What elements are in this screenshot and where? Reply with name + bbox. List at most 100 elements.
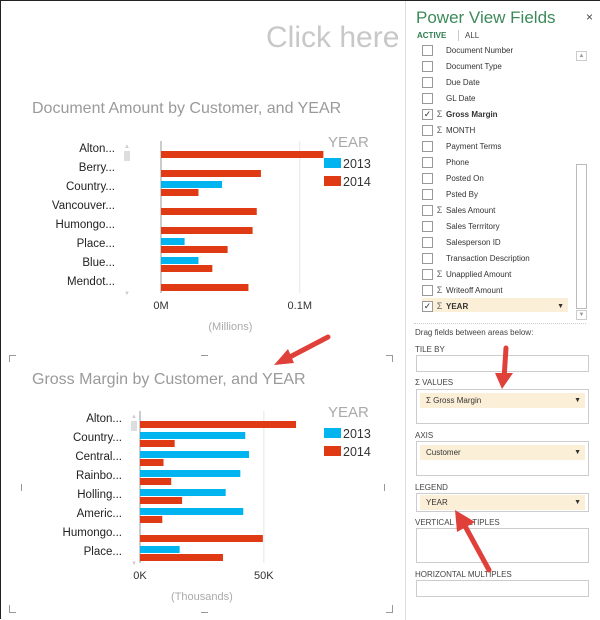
close-icon[interactable]: × bbox=[586, 10, 593, 24]
checkbox[interactable] bbox=[422, 172, 433, 184]
checkbox[interactable] bbox=[422, 76, 433, 88]
checkbox[interactable] bbox=[422, 204, 433, 216]
field-name: Document Number bbox=[446, 45, 514, 55]
checkbox[interactable]: ✓ bbox=[422, 300, 433, 312]
scroll-up-icon: ▲ bbox=[131, 414, 137, 420]
field-list-scrollbar-thumb[interactable] bbox=[576, 164, 587, 309]
scroll-down-button[interactable]: ▼ bbox=[576, 310, 587, 320]
checkbox[interactable]: ✓ bbox=[422, 108, 433, 120]
resize-handle[interactable] bbox=[392, 605, 393, 613]
field-item[interactable]: Salesperson ID bbox=[422, 234, 582, 250]
tile-by-well[interactable] bbox=[416, 355, 589, 372]
tab-divider bbox=[458, 30, 459, 41]
field-item[interactable]: Document Number bbox=[422, 42, 582, 58]
checkbox[interactable] bbox=[422, 188, 433, 200]
field-item[interactable]: Due Date bbox=[422, 74, 582, 90]
checkbox[interactable] bbox=[422, 156, 433, 168]
field-label: Customer bbox=[426, 448, 461, 457]
field-label: Σ Gross Margin bbox=[426, 396, 482, 405]
field-name: Document Type bbox=[446, 61, 502, 71]
values-well[interactable]: Σ Gross Margin ▼ bbox=[416, 389, 589, 424]
horizontal-multiples-well[interactable] bbox=[416, 580, 589, 597]
axis-well[interactable]: Customer ▼ bbox=[416, 441, 589, 476]
field-item[interactable]: Payment Terms bbox=[422, 138, 582, 154]
resize-handle[interactable] bbox=[201, 355, 208, 356]
legend-title: YEAR bbox=[328, 404, 369, 421]
bar-2014-4 bbox=[140, 497, 183, 504]
checkbox[interactable] bbox=[422, 140, 433, 152]
checkbox[interactable] bbox=[422, 92, 433, 104]
category-label: Central... bbox=[75, 451, 122, 463]
field-item[interactable]: Σ Writeoff Amount bbox=[422, 282, 582, 298]
values-field-gross-margin[interactable]: Σ Gross Margin ▼ bbox=[420, 393, 585, 408]
field-name: YEAR bbox=[446, 301, 469, 311]
field-item[interactable]: Σ Unapplied Amount bbox=[422, 266, 582, 282]
field-name: Payment Terms bbox=[446, 141, 502, 151]
field-item[interactable]: Σ Sales Amount bbox=[422, 202, 582, 218]
bar-2013-7 bbox=[140, 546, 180, 553]
checkbox[interactable] bbox=[422, 236, 433, 248]
vertical-multiples-well[interactable] bbox=[416, 528, 589, 563]
tile-by-label: TILE BY bbox=[415, 345, 445, 354]
legend-swatch-2014 bbox=[324, 446, 341, 456]
field-name: Transaction Description bbox=[446, 253, 530, 263]
bar-2013-3 bbox=[140, 470, 241, 477]
field-name: Posted On bbox=[446, 173, 484, 183]
scroll-down-icon: ▼ bbox=[131, 561, 137, 567]
field-item[interactable]: Phone bbox=[422, 154, 582, 170]
tab-active[interactable]: ACTIVE bbox=[417, 31, 446, 40]
field-name: Writeoff Amount bbox=[446, 285, 503, 295]
checkbox[interactable] bbox=[422, 124, 433, 136]
bar-2014-3 bbox=[140, 478, 172, 485]
resize-handle[interactable] bbox=[21, 484, 22, 491]
x-axis-unit-label: (Thousands) bbox=[171, 591, 233, 603]
resize-handle[interactable] bbox=[9, 355, 16, 356]
checkbox[interactable] bbox=[422, 284, 433, 296]
report-canvas: Click here Document Amount by Customer, … bbox=[1, 1, 405, 620]
field-name: Sales Terrritory bbox=[446, 221, 500, 231]
field-list: Document Number Document Type Due Date GL D… bbox=[422, 42, 582, 312]
dropdown-arrow-icon[interactable]: ▼ bbox=[557, 303, 564, 310]
tab-all[interactable]: ALL bbox=[465, 31, 479, 40]
field-item[interactable]: Σ MONTH bbox=[422, 122, 582, 138]
field-item[interactable]: GL Date bbox=[422, 90, 582, 106]
checkbox[interactable] bbox=[422, 220, 433, 232]
checkbox[interactable] bbox=[422, 60, 433, 72]
resize-handle[interactable] bbox=[9, 612, 16, 613]
category-label: Americ... bbox=[77, 508, 122, 520]
scroll-up-button[interactable]: ▲ bbox=[576, 51, 587, 61]
field-label: YEAR bbox=[426, 498, 448, 507]
drag-hint: Drag fields between areas below: bbox=[415, 328, 534, 337]
axis-field-customer[interactable]: Customer ▼ bbox=[420, 445, 585, 460]
divider bbox=[414, 323, 586, 324]
legend-field-year[interactable]: YEAR ▼ bbox=[420, 495, 585, 510]
field-name: Psted By bbox=[446, 189, 479, 199]
dropdown-arrow-icon[interactable]: ▼ bbox=[574, 445, 581, 460]
resize-handle[interactable] bbox=[201, 612, 208, 613]
checkbox[interactable] bbox=[422, 268, 433, 280]
field-name: Sales Amount bbox=[446, 205, 496, 215]
legend-label: 2014 bbox=[343, 445, 371, 459]
field-item[interactable]: Sales Terrritory bbox=[422, 218, 582, 234]
bar-2013-4 bbox=[140, 489, 226, 496]
bar-2014-0 bbox=[140, 421, 297, 428]
bar-2013-5 bbox=[140, 508, 244, 515]
dropdown-arrow-icon[interactable]: ▼ bbox=[574, 393, 581, 408]
resize-handle[interactable] bbox=[9, 355, 10, 362]
field-item[interactable]: ✓ Σ Gross Margin bbox=[422, 106, 582, 122]
resize-handle[interactable] bbox=[384, 484, 385, 491]
checkbox[interactable] bbox=[422, 252, 433, 264]
field-item[interactable]: Document Type bbox=[422, 58, 582, 74]
dropdown-arrow-icon[interactable]: ▼ bbox=[574, 495, 581, 510]
resize-handle[interactable] bbox=[392, 355, 393, 362]
legend-well[interactable]: YEAR ▼ bbox=[416, 493, 589, 512]
field-item[interactable]: Psted By bbox=[422, 186, 582, 202]
gross-margin-chart[interactable]: 0K 50K (Thousands) Alton... Country... Centra… bbox=[1, 1, 405, 620]
checkbox[interactable] bbox=[422, 44, 433, 56]
field-item[interactable]: ✓ Σ YEAR ▼ bbox=[422, 298, 568, 312]
category-label: Rainbo... bbox=[76, 470, 122, 482]
field-item[interactable]: Posted On bbox=[422, 170, 582, 186]
horizontal-multiples-label: HORIZONTAL MULTIPLES bbox=[415, 570, 512, 579]
field-item[interactable]: Transaction Description bbox=[422, 250, 582, 266]
x-tick-label: 50K bbox=[254, 570, 274, 582]
